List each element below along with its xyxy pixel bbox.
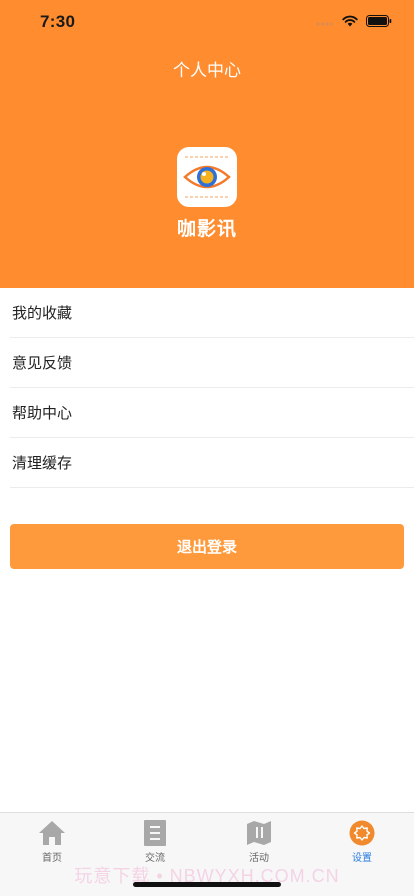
signal-icon [316, 22, 333, 26]
tab-activities[interactable]: 活动 [207, 819, 311, 864]
status-bar: 7:30 [0, 0, 414, 44]
eye-logo-icon [183, 156, 231, 198]
menu-item-clear-cache[interactable]: 清理缓存 [10, 438, 414, 488]
home-icon [39, 821, 65, 845]
status-time: 7:30 [40, 12, 76, 31]
menu-item-label: 意见反馈 [12, 354, 73, 372]
tab-home[interactable]: 首页 [0, 819, 104, 864]
tab-community[interactable]: 交流 [103, 819, 207, 864]
profile-header: 7:30 个人中心 咖影讯 [0, 0, 414, 288]
document-icon [144, 820, 166, 846]
page-title: 个人中心 [173, 61, 241, 80]
menu-item-label: 我的收藏 [12, 304, 73, 322]
battery-icon [366, 15, 392, 27]
map-icon [247, 821, 271, 845]
app-name: 咖影讯 [176, 219, 237, 240]
menu-item-label: 清理缓存 [12, 454, 73, 472]
logout-button[interactable]: 退出登录 [10, 524, 404, 569]
wifi-icon [342, 15, 358, 27]
tab-settings[interactable]: 设置 [310, 819, 414, 864]
status-icons [316, 15, 392, 27]
home-indicator [133, 882, 281, 887]
menu-item-help[interactable]: 帮助中心 [10, 388, 414, 438]
menu-item-favorites[interactable]: 我的收藏 [10, 288, 414, 338]
settings-menu: 我的收藏 意见反馈 帮助中心 清理缓存 [0, 288, 414, 488]
menu-item-feedback[interactable]: 意见反馈 [10, 338, 414, 388]
settings-icon [349, 820, 375, 846]
app-logo [177, 147, 237, 207]
menu-item-label: 帮助中心 [12, 404, 73, 422]
